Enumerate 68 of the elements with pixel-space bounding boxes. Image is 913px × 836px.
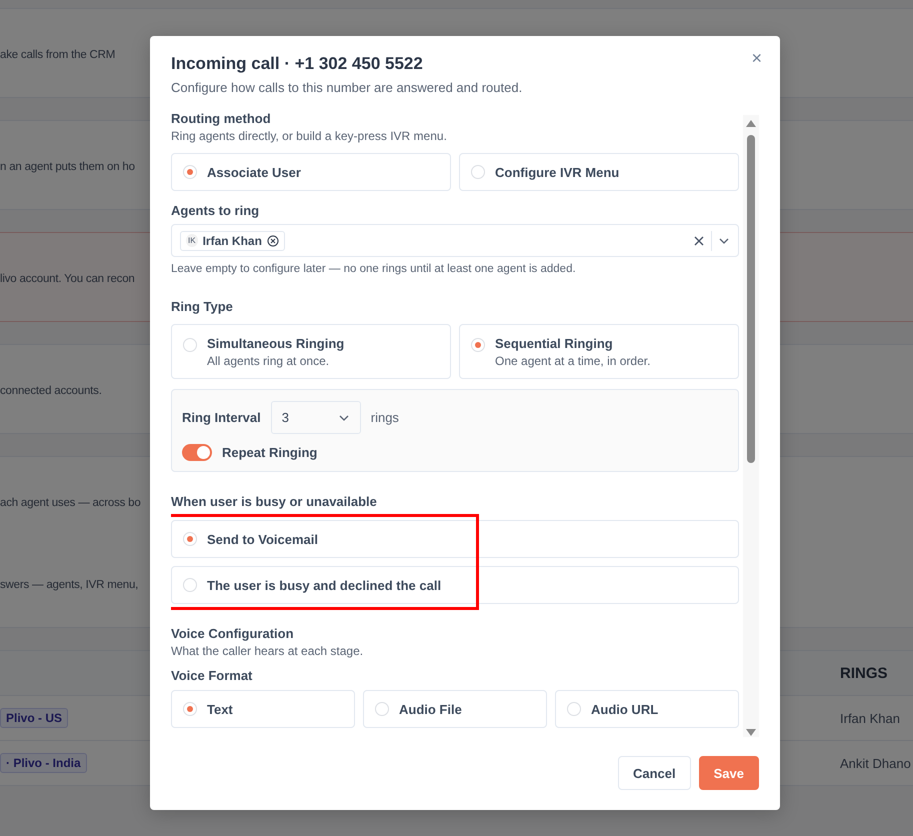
option-label: Audio File	[399, 702, 462, 716]
section-description: What the caller hears at each stage.	[171, 644, 364, 658]
radio-button[interactable]	[567, 702, 581, 716]
setting-description: ach agent uses — across bo	[0, 497, 141, 509]
ring-interval-select[interactable]: 3	[270, 401, 361, 434]
table-cell-text: Ankit Dhano	[840, 756, 912, 770]
clear-button[interactable]	[693, 234, 705, 246]
option-label: Configure IVR Menu	[495, 164, 620, 180]
section-title: Ring Type	[171, 299, 234, 314]
field-label: Agents to ring	[171, 203, 260, 218]
account-tag: · Plivo - India	[0, 753, 87, 773]
setting-description: n an agent puts them on ho	[0, 161, 135, 173]
dialog-subtitle: Configure how calls to this number are answered and routed.	[171, 80, 524, 95]
radio-option[interactable]: Configure IVR Menu	[459, 153, 739, 191]
radio-option[interactable]: Audio URL	[555, 690, 739, 728]
setting-description: swers — agents, IVR menu,	[0, 579, 138, 591]
chevron-down-icon	[718, 236, 730, 244]
dropdown-button[interactable]	[718, 236, 730, 244]
option-description: All agents ring at once.	[207, 354, 330, 368]
column-header: RINGS	[840, 664, 889, 682]
section-title: Routing method	[171, 111, 272, 126]
radio-button[interactable]	[375, 702, 389, 716]
cancel-button[interactable]: Cancel	[618, 756, 691, 790]
radio-option[interactable]: Send to Voicemail	[171, 520, 739, 558]
option-label: Associate User	[207, 164, 301, 180]
setting-description: livo account. You can recon	[0, 273, 135, 285]
radio-button[interactable]	[471, 338, 485, 352]
close-button[interactable]: ×	[747, 46, 766, 71]
section-title: When user is busy or unavailable	[171, 494, 378, 509]
option-description: One agent at a time, in order.	[495, 354, 650, 368]
option-label: Text	[207, 702, 233, 716]
radio-button[interactable]	[183, 165, 197, 179]
dialog-title: Incoming call · +1 302 450 5522	[171, 54, 423, 74]
radio-button[interactable]	[183, 338, 197, 352]
unit-label: rings	[370, 410, 399, 425]
radio-button[interactable]	[471, 165, 485, 179]
radio-option[interactable]: Text	[171, 690, 355, 728]
field-label: Voice Format	[171, 668, 254, 683]
radio-button[interactable]	[183, 532, 197, 546]
radio-option[interactable]: Audio File	[363, 690, 547, 728]
radio-button[interactable]	[183, 578, 197, 592]
radio-option[interactable]: Associate User	[171, 153, 451, 191]
section-description: Ring agents directly, or build a key-press IVR menu.	[171, 129, 448, 143]
agents-select[interactable]: IK Irfan Khan	[171, 224, 739, 257]
setting-description: connected accounts.	[0, 385, 102, 397]
option-label: Sequential Ringing	[495, 336, 614, 351]
table-cell-text: Irfan Khan	[840, 710, 901, 726]
field-label: Ring Interval	[182, 410, 261, 425]
option-label: Simultaneous Ringing	[207, 336, 344, 351]
account-tag: Plivo - US	[0, 708, 68, 728]
radio-option[interactable]: The user is busy and declined the call	[171, 566, 739, 604]
setting-description: ake calls from the CRM	[0, 49, 116, 61]
radio-button[interactable]	[183, 702, 197, 716]
remove-icon[interactable]	[266, 234, 279, 246]
repeat-toggle[interactable]	[182, 444, 212, 461]
option-label: Audio URL	[591, 702, 658, 716]
scrollbar[interactable]	[743, 115, 759, 737]
toggle-label: Repeat Ringing	[222, 445, 318, 460]
section-title: Voice Configuration	[171, 626, 295, 641]
radio-option[interactable]: Simultaneous Ringing All agents ring at once.	[171, 324, 451, 379]
option-label: Send to Voicemail	[207, 532, 318, 546]
agent-name: Irfan Khan	[202, 234, 262, 248]
avatar-initials: IK	[186, 234, 198, 247]
chevron-down-icon	[338, 414, 350, 422]
radio-option[interactable]: Sequential Ringing One agent at a time, in order.	[459, 324, 739, 379]
clear-icon	[693, 234, 705, 246]
option-label: The user is busy and declined the call	[207, 578, 442, 592]
field-hint: Leave empty to configure later — no one rings until at least one agent is added.	[171, 263, 577, 275]
